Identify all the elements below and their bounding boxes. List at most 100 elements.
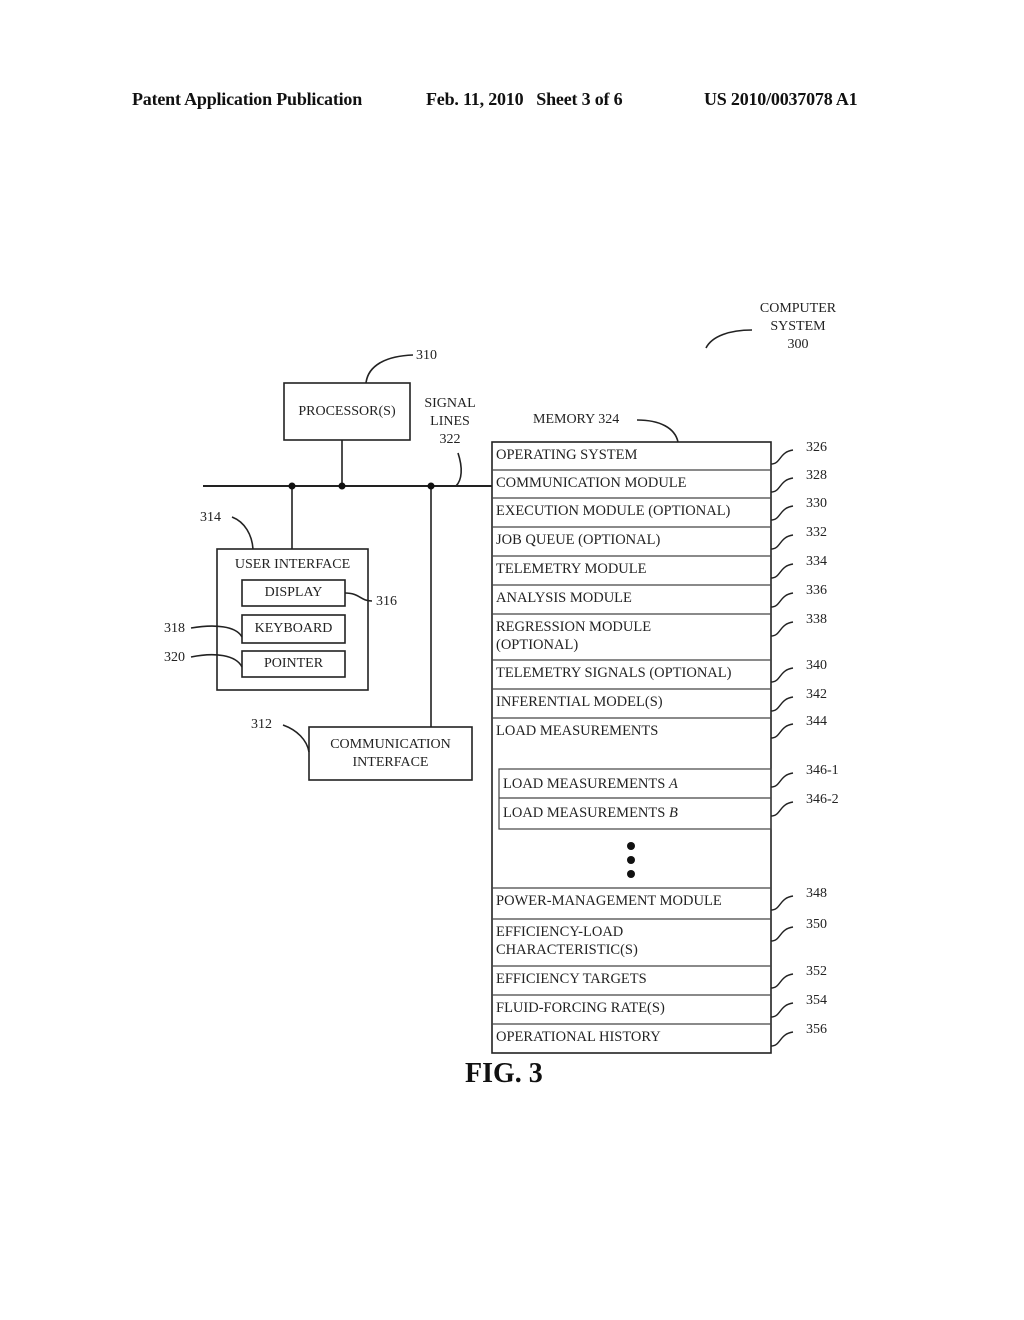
memory-row-label: ANALYSIS MODULE xyxy=(496,589,632,607)
memory-row-ref: 342 xyxy=(806,687,827,702)
ellipsis-dot xyxy=(627,842,635,850)
memory-row-label: EXECUTION MODULE (OPTIONAL) xyxy=(496,502,730,520)
memory-row-ref: 334 xyxy=(806,554,827,569)
bus-junction-dot xyxy=(427,482,435,490)
pointer-ref: 320 xyxy=(164,650,185,665)
memory-row-label: FLUID-FORCING RATE(S) xyxy=(496,999,665,1017)
memory-leader xyxy=(636,419,679,443)
memory-row-ref: 352 xyxy=(806,964,827,979)
load-measurement-leader xyxy=(770,772,794,788)
memory-row-line: EFFICIENCY-LOAD xyxy=(496,924,624,940)
communication-interface-ref: 312 xyxy=(251,717,272,732)
memory-row-ref: 336 xyxy=(806,583,827,598)
signal-lines-line: LINES xyxy=(430,414,470,429)
computer-system-line: COMPUTER xyxy=(759,301,837,316)
memory-row-line: OPERATING SYSTEM xyxy=(496,447,638,463)
memory-row-ref: 332 xyxy=(806,525,827,540)
memory-row-line: REGRESSION MODULE xyxy=(496,619,652,635)
memory-row-label: INFERENTIAL MODEL(S) xyxy=(496,693,663,711)
memory-row-ref: 328 xyxy=(806,468,827,483)
signal-lines-line: SIGNAL xyxy=(424,396,476,411)
memory-row-ref: 344 xyxy=(806,714,827,729)
memory-row-label: TELEMETRY SIGNALS (OPTIONAL) xyxy=(496,664,731,682)
memory-row-leader xyxy=(770,534,794,550)
memory-row-label: POWER-MANAGEMENT MODULE xyxy=(496,892,722,910)
memory-row-label: COMMUNICATION MODULE xyxy=(496,474,687,492)
memory-row-ref: 348 xyxy=(806,886,827,901)
figure-label: FIG. 3 xyxy=(465,1058,543,1089)
load-measurement-leader xyxy=(770,801,794,817)
bus-junction-dot xyxy=(338,482,346,490)
memory-row-label: TELEMETRY MODULE xyxy=(496,560,647,578)
memory-row-leader xyxy=(770,696,794,712)
ellipsis-dot xyxy=(627,856,635,864)
memory-row-ref: 350 xyxy=(806,917,827,932)
memory-row-line: CHARACTERISTIC(S) xyxy=(496,942,638,958)
memory-row-leader xyxy=(770,1002,794,1018)
communication-interface-line: COMMUNICATION xyxy=(330,737,451,752)
user-interface-ref: 314 xyxy=(200,510,221,525)
signal-lines-line: 322 xyxy=(439,432,461,447)
memory-row-leader xyxy=(770,1031,794,1047)
memory-row-ref: 356 xyxy=(806,1022,827,1037)
memory-row-leader xyxy=(770,926,794,942)
processor-leader xyxy=(365,354,414,384)
memory-row-line: ANALYSIS MODULE xyxy=(496,590,632,606)
memory-row-line: FLUID-FORCING RATE(S) xyxy=(496,1000,665,1016)
pointer-label: POINTER xyxy=(263,656,324,671)
memory-row-line: COMMUNICATION MODULE xyxy=(496,475,687,491)
processor-ref: 310 xyxy=(416,348,437,363)
memory-row-label: REGRESSION MODULE (OPTIONAL) xyxy=(496,618,651,654)
memory-row-line: POWER-MANAGEMENT MODULE xyxy=(496,893,722,909)
memory-row-line: (OPTIONAL) xyxy=(496,637,579,653)
memory-row-label: EFFICIENCY-LOAD CHARACTERISTIC(S) xyxy=(496,923,638,959)
load-measurement-ref: 346-2 xyxy=(806,792,839,807)
load-measurement-suffix: A xyxy=(668,776,678,792)
computer-system-title: COMPUTER SYSTEM 300 xyxy=(748,300,848,354)
keyboard-label: KEYBOARD xyxy=(254,621,333,636)
memory-row-ref: 338 xyxy=(806,612,827,627)
memory-row-leader xyxy=(770,621,794,637)
load-measurement-ref: 346-1 xyxy=(806,763,839,778)
signal-lines-leader xyxy=(455,452,462,487)
memory-row-label: JOB QUEUE (OPTIONAL) xyxy=(496,531,660,549)
computer-system-line: SYSTEM xyxy=(770,319,826,334)
bus-junction-dot xyxy=(288,482,296,490)
processor-label: PROCESSOR(S) xyxy=(298,404,396,419)
load-measurement-label: LOAD MEASUREMENTS A xyxy=(503,775,678,793)
memory-row-leader xyxy=(770,592,794,608)
signal-lines-label: SIGNAL LINES 322 xyxy=(412,395,488,449)
ui-leader xyxy=(231,516,254,550)
memory-label: MEMORY 324 xyxy=(533,412,620,427)
computer-system-line: 300 xyxy=(787,337,809,352)
keyboard-ref: 318 xyxy=(164,621,185,636)
memory-row-line: INFERENTIAL MODEL(S) xyxy=(496,694,663,710)
memory-row-label: OPERATIONAL HISTORY xyxy=(496,1028,661,1046)
memory-row-line: LOAD MEASUREMENTS xyxy=(496,723,659,739)
load-measurement-prefix: LOAD MEASUREMENTS xyxy=(503,805,669,821)
block-diagram xyxy=(190,329,794,1054)
memory-row-leader xyxy=(770,505,794,521)
memory-row-label: OPERATING SYSTEM xyxy=(496,446,637,464)
memory-row-ref: 326 xyxy=(806,440,827,455)
memory-row-leader xyxy=(770,973,794,989)
system-leader xyxy=(705,329,753,349)
memory-row-line: TELEMETRY SIGNALS (OPTIONAL) xyxy=(496,665,732,681)
display-label: DISPLAY xyxy=(264,585,323,600)
memory-row-line: OPERATIONAL HISTORY xyxy=(496,1029,661,1045)
memory-row-label: LOAD MEASUREMENTS xyxy=(496,722,658,740)
memory-row-leader xyxy=(770,723,794,739)
memory-row-leader xyxy=(770,667,794,683)
memory-row-ref: 354 xyxy=(806,993,827,1008)
load-measurement-label: LOAD MEASUREMENTS B xyxy=(503,804,678,822)
memory-row-line: JOB QUEUE (OPTIONAL) xyxy=(496,532,661,548)
communication-interface-label: COMMUNICATION INTERFACE xyxy=(309,736,472,772)
comm-leader xyxy=(282,724,310,753)
memory-row-line: TELEMETRY MODULE xyxy=(496,561,647,577)
user-interface-label: USER INTERFACE xyxy=(234,557,351,572)
memory-row-leader xyxy=(770,563,794,579)
memory-row-line: EXECUTION MODULE (OPTIONAL) xyxy=(496,503,731,519)
load-measurement-prefix: LOAD MEASUREMENTS xyxy=(503,776,669,792)
display-ref: 316 xyxy=(376,594,397,609)
memory-row-label: EFFICIENCY TARGETS xyxy=(496,970,647,988)
